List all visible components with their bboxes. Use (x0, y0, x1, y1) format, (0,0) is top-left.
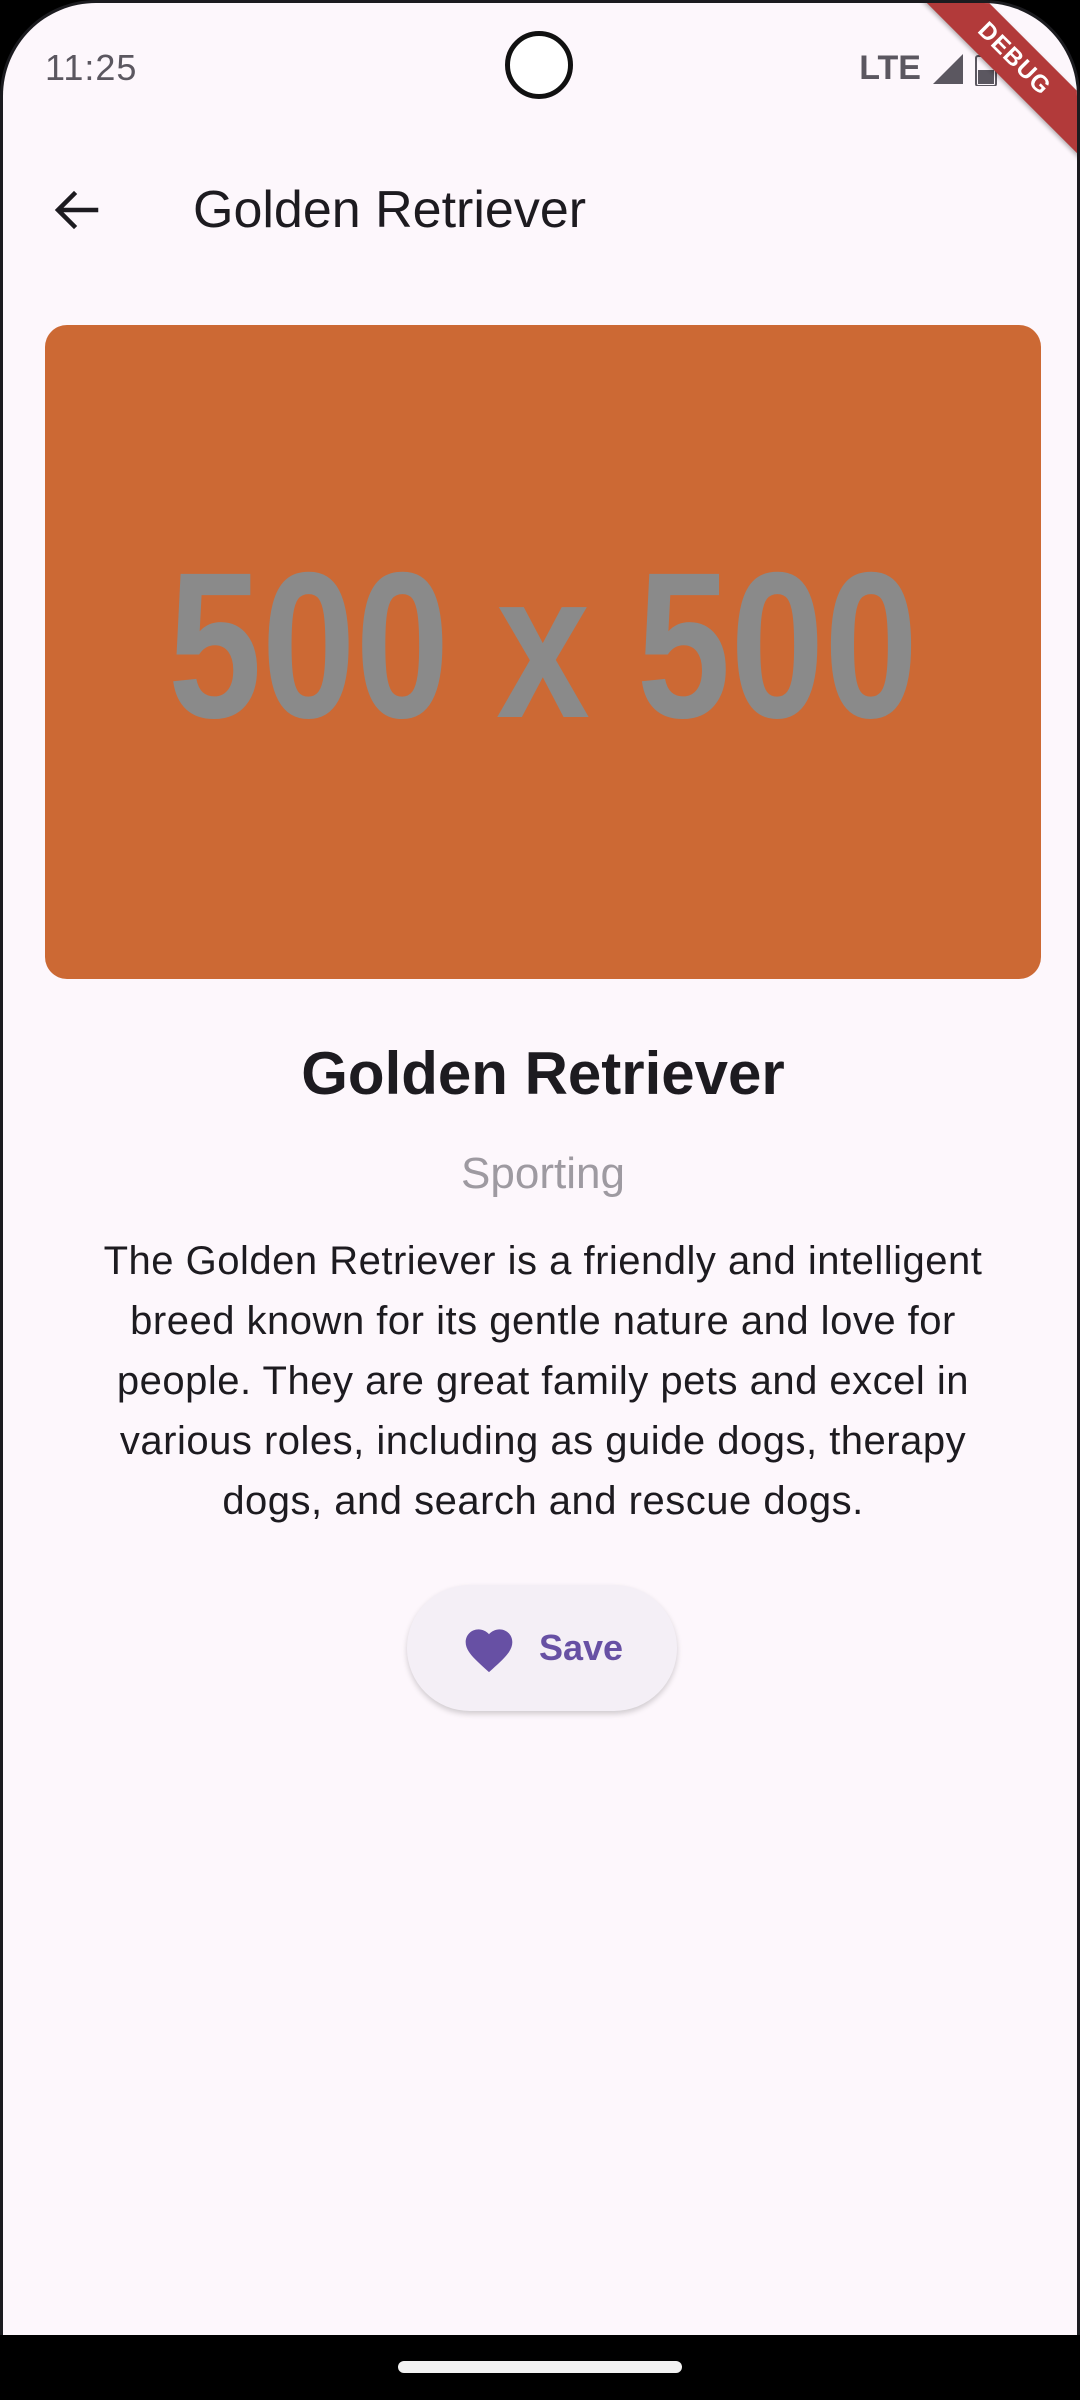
breed-group: Sporting (461, 1149, 625, 1198)
breed-name: Golden Retriever (301, 1040, 785, 1107)
placeholder-text: 500 x 500 (168, 530, 918, 762)
breed-description: The Golden Retriever is a friendly and i… (103, 1239, 983, 1523)
heart-icon (461, 1622, 517, 1674)
arrow-back-icon (54, 190, 99, 230)
placeholder-image: 500 x 500 (168, 530, 918, 762)
back-button[interactable] (41, 175, 111, 245)
network-type: LTE (859, 49, 921, 87)
signal-icon (933, 53, 963, 84)
page-title: Golden Retriever (193, 181, 587, 239)
app-screen: 11:25 LTE DEBUG Golden Retriever 500 x 5… (0, 0, 1080, 2335)
device-frame: 11:25 LTE DEBUG Golden Retriever 500 x 5… (0, 0, 1080, 2400)
save-button[interactable]: Save (407, 1585, 677, 1711)
camera-cutout (505, 31, 573, 99)
save-label: Save (538, 1627, 624, 1668)
status-indicators: LTE (859, 49, 997, 88)
status-time: 11:25 (45, 47, 138, 88)
home-indicator[interactable] (398, 2361, 682, 2373)
breed-image: 500 x 500 (45, 325, 1041, 979)
status-bar: 11:25 LTE DEBUG (3, 3, 1077, 163)
app-bar: Golden Retriever (3, 153, 1077, 263)
